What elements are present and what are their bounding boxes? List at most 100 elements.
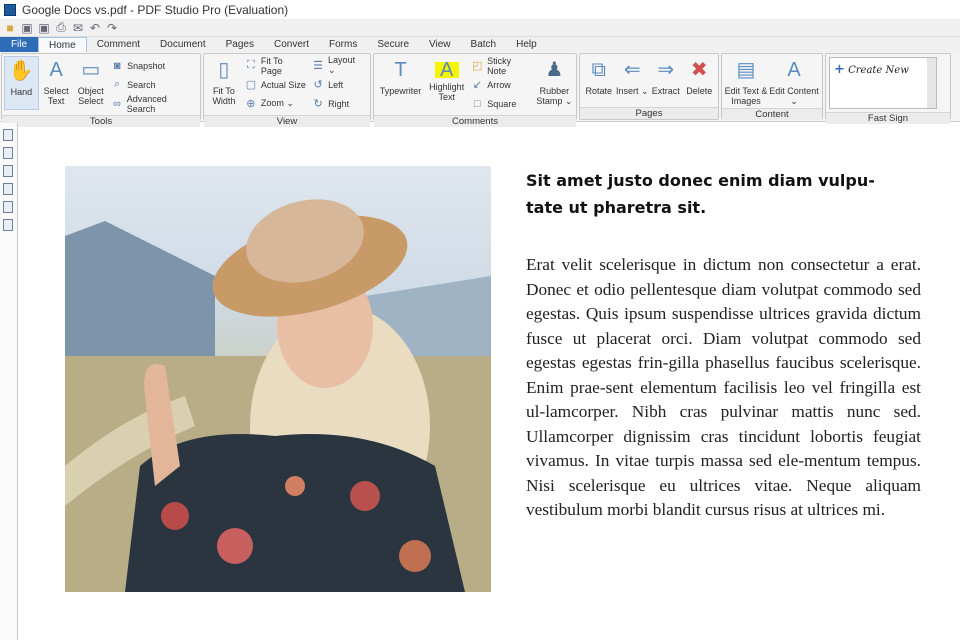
extract-page-icon: ⇒	[657, 59, 675, 81]
tab-batch[interactable]: Batch	[461, 37, 507, 52]
tab-home[interactable]: Home	[38, 37, 87, 52]
delete-page-icon: ✖	[690, 59, 708, 81]
object-select-button[interactable]: ▭ Object Select	[73, 56, 108, 106]
ribbon-tabs: File Home Comment Document Pages Convert…	[0, 37, 960, 52]
rotate-page-icon: ⧉	[591, 59, 606, 81]
binoculars-icon: ∞	[112, 97, 121, 110]
fit-width-icon: ▯	[218, 59, 230, 81]
layers-icon[interactable]	[3, 201, 13, 213]
object-select-icon: ▭	[81, 59, 101, 81]
signatures-icon[interactable]	[3, 219, 13, 231]
group-label: Tools	[2, 115, 200, 127]
rotate-button[interactable]: ⧉ Rotate	[582, 56, 616, 96]
document-heading: Sit amet justo donec enim diam vulpu-tat…	[526, 171, 875, 217]
document-body: Erat velit scelerisque in dictum non con…	[526, 255, 921, 519]
create-new-signature[interactable]: + Create New	[834, 62, 909, 77]
highlight-text-button[interactable]: A Highlight Text	[425, 56, 468, 102]
print-icon[interactable]: ⎙	[55, 20, 67, 35]
group-label: Content	[722, 108, 822, 120]
actual-size-icon: ▢	[245, 79, 257, 91]
group-label: Comments	[374, 115, 576, 127]
arrow-button[interactable]: ↙ Arrow	[471, 77, 531, 92]
delete-button[interactable]: ✖ Delete	[683, 56, 717, 96]
typewriter-icon: T	[394, 59, 407, 81]
tab-secure[interactable]: Secure	[367, 37, 419, 52]
title-bar: Google Docs vs.pdf - PDF Studio Pro (Eva…	[0, 0, 960, 19]
tab-pages[interactable]: Pages	[216, 37, 264, 52]
search-button[interactable]: ⌕ Search	[111, 77, 195, 92]
app-icon	[4, 3, 16, 16]
view-group: ▯ Fit To Width ⛶ Fit To Page ▢ Actual Size …	[203, 53, 371, 127]
insert-button[interactable]: ⇐ Insert ⌄	[616, 56, 650, 96]
fit-page-icon: ⛶	[247, 59, 255, 71]
tab-comment[interactable]: Comment	[87, 37, 150, 52]
hand-button[interactable]: ✋ Hand	[4, 56, 39, 110]
hand-icon: ✋	[8, 60, 34, 82]
fit-to-page-button[interactable]: ⛶ Fit To Page	[245, 56, 306, 76]
tab-view[interactable]: View	[419, 37, 461, 52]
undo-icon[interactable]: ↶	[89, 21, 101, 35]
select-text-icon: A	[49, 59, 63, 81]
save-icon[interactable]: ▣	[21, 21, 33, 35]
rotate-right-icon: ↻	[313, 98, 323, 110]
advanced-search-button[interactable]: ∞ Advanced Search	[111, 94, 195, 114]
camera-icon: ◙	[113, 59, 121, 72]
layout-button[interactable]: ☰ Layout ⌄	[312, 55, 365, 75]
bookmarks-icon[interactable]	[3, 147, 13, 159]
pages-group: ⧉ Rotate ⇐ Insert ⌄ ⇒ Extract ✖ Delete Pages	[579, 53, 719, 120]
comments-group: T Typewriter A Highlight Text ◰ Sticky Note…	[373, 53, 577, 127]
arrow-icon: ↙	[472, 79, 482, 91]
edit-content-button[interactable]: A Edit Content ⌄	[768, 56, 820, 106]
group-label: Fast Sign	[826, 112, 950, 124]
extract-button[interactable]: ⇒ Extract	[649, 56, 683, 96]
scrollbar[interactable]	[927, 58, 936, 108]
snapshot-button[interactable]: ◙ Snapshot	[111, 58, 195, 73]
tools-group: ✋ Hand A Select Text ▭ Object Select ◙ Snaps…	[1, 53, 201, 127]
redo-icon[interactable]: ↷	[106, 21, 118, 35]
quick-access-toolbar: ■ ▣ ▣ ⎙ ✉ ↶ ↷	[0, 19, 960, 37]
zoom-icon: ⊕	[246, 98, 256, 110]
tab-help[interactable]: Help	[506, 37, 547, 52]
sticky-note-icon: ◰	[471, 60, 483, 72]
tab-document[interactable]: Document	[150, 37, 216, 52]
plus-icon: +	[834, 62, 845, 77]
highlight-icon: A	[434, 60, 459, 80]
edit-content-icon: A	[787, 59, 801, 81]
layout-icon: ☰	[313, 60, 323, 72]
search-icon: ⌕	[114, 78, 121, 90]
insert-page-icon: ⇐	[623, 59, 641, 81]
rotate-left-icon: ↺	[313, 79, 323, 91]
edit-text-images-button[interactable]: ▤ Edit Text & Images	[724, 56, 768, 106]
destinations-icon[interactable]	[3, 165, 13, 177]
pages-panel-icon[interactable]	[3, 129, 13, 141]
tab-convert[interactable]: Convert	[264, 37, 319, 52]
fast-sign-group: + Create New Fast Sign	[825, 53, 951, 124]
tab-forms[interactable]: Forms	[319, 37, 367, 52]
fit-to-width-button[interactable]: ▯ Fit To Width	[206, 56, 242, 106]
rotate-left-button[interactable]: ↺ Left	[312, 77, 365, 92]
window-title: Google Docs vs.pdf - PDF Studio Pro (Eva…	[22, 2, 289, 17]
open-icon[interactable]: ■	[4, 21, 16, 35]
select-text-button[interactable]: A Select Text	[39, 56, 74, 106]
sticky-note-button[interactable]: ◰ Sticky Note	[471, 56, 531, 76]
stamp-icon: ♟	[545, 59, 564, 81]
group-label: Pages	[580, 107, 718, 119]
document-photo	[65, 166, 491, 592]
signature-list[interactable]: + Create New	[829, 57, 937, 109]
save-all-icon[interactable]: ▣	[38, 21, 50, 35]
side-panel	[0, 123, 18, 640]
tab-file[interactable]: File	[0, 37, 38, 52]
rotate-right-button[interactable]: ↻ Right	[312, 96, 365, 111]
ribbon: ✋ Hand A Select Text ▭ Object Select ◙ Snaps…	[0, 52, 960, 127]
group-label: View	[204, 115, 370, 127]
content-group: ▤ Edit Text & Images A Edit Content ⌄ Cont…	[721, 53, 823, 120]
zoom-button[interactable]: ⊕ Zoom ⌄	[245, 96, 306, 111]
typewriter-button[interactable]: T Typewriter	[376, 56, 425, 96]
rubber-stamp-button[interactable]: ♟ Rubber Stamp ⌄	[535, 56, 574, 106]
square-icon: □	[473, 97, 481, 110]
actual-size-button[interactable]: ▢ Actual Size	[245, 77, 306, 92]
square-button[interactable]: □ Square	[471, 96, 531, 111]
attachments-icon[interactable]	[3, 183, 13, 195]
email-icon[interactable]: ✉	[72, 21, 84, 35]
edit-text-images-icon: ▤	[736, 59, 756, 81]
